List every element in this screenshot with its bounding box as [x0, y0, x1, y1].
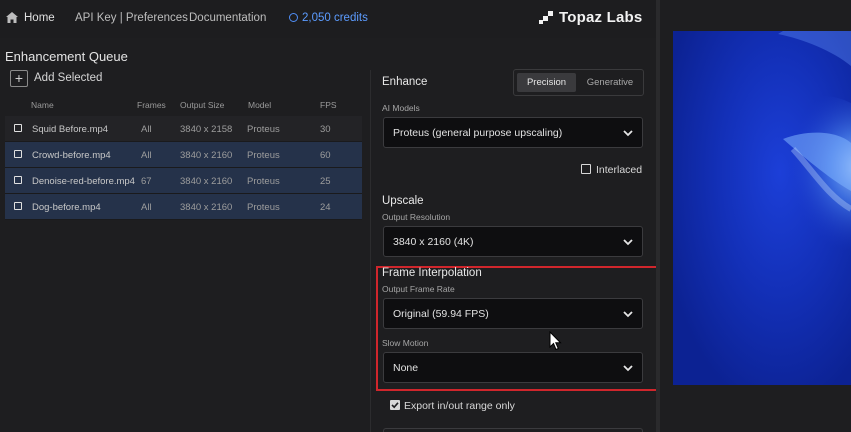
column-header-model[interactable]: Model: [248, 100, 271, 110]
slow-motion-label: Slow Motion: [382, 338, 429, 348]
frame-interpolation-title: Frame Interpolation: [382, 267, 482, 279]
home-icon[interactable]: [5, 11, 19, 24]
output-frame-rate-value: Original (59.94 FPS): [393, 308, 489, 320]
video-preview[interactable]: [673, 31, 851, 385]
next-control-partial[interactable]: [383, 428, 643, 432]
row-output-size: 3840 x 2160: [180, 176, 233, 187]
table-row[interactable]: Denoise-red-before.mp4 67 3840 x 2160 Pr…: [5, 168, 362, 194]
row-output-size: 3840 x 2160: [180, 150, 233, 161]
ai-model-select[interactable]: Proteus (general purpose upscaling): [383, 117, 643, 148]
slow-motion-value: None: [393, 362, 419, 374]
app-window: Home API Key | Preferences Documentation…: [0, 0, 851, 432]
precision-option[interactable]: Precision: [517, 73, 576, 92]
interlaced-checkbox[interactable]: [581, 164, 591, 174]
row-name: Squid Before.mp4: [32, 124, 109, 135]
queue-table: Squid Before.mp4 All 3840 x 2158 Proteus…: [5, 116, 362, 220]
mouse-cursor-icon: [549, 331, 562, 351]
row-fps: 30: [320, 124, 331, 135]
row-model: Proteus: [247, 150, 280, 161]
add-selected-label[interactable]: Add Selected: [34, 72, 102, 84]
row-fps: 60: [320, 150, 331, 161]
row-output-size: 3840 x 2158: [180, 124, 233, 135]
preview-image: [753, 31, 851, 266]
chevron-down-icon: [623, 239, 633, 246]
output-resolution-label: Output Resolution: [382, 212, 451, 222]
row-name: Denoise-red-before.mp4: [32, 176, 135, 187]
queue-title: Enhancement Queue: [5, 49, 128, 64]
row-model: Proteus: [247, 124, 280, 135]
mode-toggle[interactable]: Precision Generative: [513, 69, 644, 96]
output-frame-rate-label: Output Frame Rate: [382, 284, 455, 294]
interlaced-label[interactable]: Interlaced: [596, 164, 642, 176]
logo-text: Topaz Labs: [559, 9, 643, 26]
add-selected-button[interactable]: +: [10, 70, 28, 87]
panel-divider: [370, 70, 371, 432]
row-frames: All: [141, 124, 152, 135]
top-nav: Home API Key | Preferences Documentation…: [0, 0, 657, 38]
ai-models-label: AI Models: [382, 103, 420, 113]
table-row[interactable]: Squid Before.mp4 All 3840 x 2158 Proteus…: [5, 116, 362, 142]
column-header-name[interactable]: Name: [31, 100, 54, 110]
row-model: Proteus: [247, 176, 280, 187]
row-checkbox[interactable]: [14, 202, 22, 210]
nav-home[interactable]: Home: [24, 12, 55, 24]
column-header-fps[interactable]: FPS: [320, 100, 337, 110]
ai-model-value: Proteus (general purpose upscaling): [393, 127, 563, 139]
export-range-checkbox[interactable]: [390, 400, 400, 410]
row-name: Dog-before.mp4: [32, 202, 101, 213]
nav-documentation[interactable]: Documentation: [189, 12, 266, 24]
column-header-frames[interactable]: Frames: [137, 100, 166, 110]
row-checkbox[interactable]: [14, 176, 22, 184]
panel-resize-handle[interactable]: [656, 0, 660, 432]
column-header-output-size[interactable]: Output Size: [180, 100, 224, 110]
output-frame-rate-select[interactable]: Original (59.94 FPS): [383, 298, 643, 329]
row-frames: All: [141, 150, 152, 161]
row-output-size: 3840 x 2160: [180, 202, 233, 213]
credits-link[interactable]: 2,050 credits: [289, 12, 368, 24]
row-frames: All: [141, 202, 152, 213]
enhance-title: Enhance: [382, 76, 428, 88]
credits-label: 2,050 credits: [302, 12, 368, 24]
row-model: Proteus: [247, 202, 280, 213]
chevron-down-icon: [623, 130, 633, 137]
row-frames: 67: [141, 176, 152, 187]
chevron-down-icon: [623, 365, 633, 372]
row-fps: 25: [320, 176, 331, 187]
output-resolution-value: 3840 x 2160 (4K): [393, 236, 474, 248]
nav-api-preferences[interactable]: API Key | Preferences: [75, 12, 188, 24]
topaz-logo-icon: [539, 10, 553, 25]
upscale-title: Upscale: [382, 195, 424, 207]
row-fps: 24: [320, 202, 331, 213]
topaz-logo: Topaz Labs: [539, 9, 642, 26]
generative-option[interactable]: Generative: [579, 73, 641, 92]
export-range-label[interactable]: Export in/out range only: [404, 400, 515, 412]
checkmark-icon: [391, 402, 399, 409]
chevron-down-icon: [623, 311, 633, 318]
table-row[interactable]: Dog-before.mp4 All 3840 x 2160 Proteus 2…: [5, 194, 362, 220]
table-row[interactable]: Crowd-before.mp4 All 3840 x 2160 Proteus…: [5, 142, 362, 168]
row-checkbox[interactable]: [14, 150, 22, 158]
credits-icon: [289, 13, 298, 22]
output-resolution-select[interactable]: 3840 x 2160 (4K): [383, 226, 643, 257]
slow-motion-select[interactable]: None: [383, 352, 643, 383]
row-name: Crowd-before.mp4: [32, 150, 111, 161]
row-checkbox[interactable]: [14, 124, 22, 132]
